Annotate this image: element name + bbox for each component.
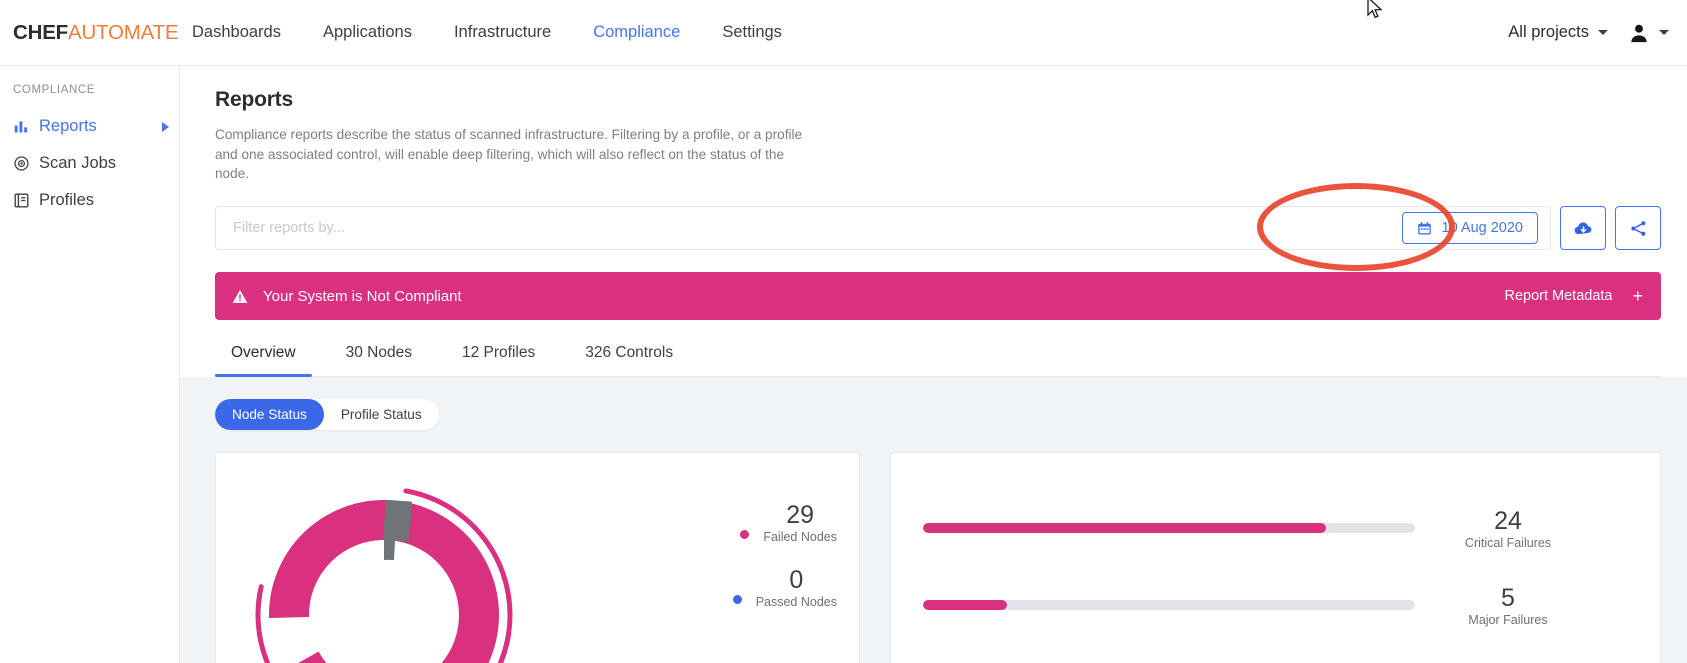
calendar-icon xyxy=(1417,221,1431,235)
date-picker-label: 10 Aug 2020 xyxy=(1441,220,1523,237)
sidebar-item-label-reports: Reports xyxy=(39,117,97,135)
tab-profiles[interactable]: 12 Profiles xyxy=(446,344,551,376)
legend-dot-passed-icon xyxy=(732,594,742,604)
user-menu[interactable] xyxy=(1628,22,1669,44)
banner-left-group: Your System is Not Compliant xyxy=(232,288,462,305)
report-metadata-toggle[interactable]: Report Metadata + xyxy=(1504,287,1643,305)
date-picker-button[interactable]: 10 Aug 2020 xyxy=(1401,212,1538,245)
toggle-profile-status[interactable]: Profile Status xyxy=(324,399,439,430)
sidebar-item-label-scan-jobs: Scan Jobs xyxy=(39,154,117,172)
sidebar: COMPLIANCE Reports Scan Jobs Profiles xyxy=(0,66,180,663)
legend-dot-failed-icon xyxy=(740,529,750,539)
bar-fill-critical xyxy=(923,523,1327,534)
sidebar-item-reports[interactable]: Reports xyxy=(0,108,179,145)
sidebar-item-scan-jobs[interactable]: Scan Jobs xyxy=(0,145,179,182)
share-icon xyxy=(1630,220,1645,236)
banner-message: Your System is Not Compliant xyxy=(263,287,462,305)
scan-target-icon xyxy=(14,156,29,171)
bar-track-critical xyxy=(923,523,1415,534)
compliance-status-banner: Your System is Not Compliant Report Meta… xyxy=(215,272,1661,321)
nav-item-settings[interactable]: Settings xyxy=(722,23,782,42)
legend-label-passed: Passed Nodes xyxy=(755,594,837,609)
warning-triangle-icon xyxy=(232,289,248,303)
main-header-block: Reports Compliance reports describe the … xyxy=(180,66,1687,378)
mouse-cursor xyxy=(1367,0,1383,19)
status-toggle-group: Node Status Profile Status xyxy=(215,399,439,431)
overview-panel: Node Status Profile Status 29 Failed Nod… xyxy=(180,377,1687,663)
legend-value-failed: 29 xyxy=(786,501,815,530)
tab-overview[interactable]: Overview xyxy=(215,344,312,378)
chevron-down-icon xyxy=(1598,30,1608,35)
nav-item-infrastructure[interactable]: Infrastructure xyxy=(454,23,551,42)
tab-controls[interactable]: 326 Controls xyxy=(569,344,689,376)
download-report-button[interactable] xyxy=(1560,206,1606,251)
nav-item-dashboards[interactable]: Dashboards xyxy=(192,23,281,42)
donut-legend: 29 Failed Nodes 0 Passed Nodes xyxy=(659,453,859,663)
node-status-card: 29 Failed Nodes 0 Passed Nodes xyxy=(215,452,860,663)
projects-selector[interactable]: All projects xyxy=(1508,23,1608,42)
legend-label-failed: Failed Nodes xyxy=(763,529,837,544)
legend-value-passed: 0 xyxy=(789,565,804,594)
page-description: Compliance reports describe the status o… xyxy=(215,127,803,182)
bar-chart-icon xyxy=(14,121,28,133)
main-content: Reports Compliance reports describe the … xyxy=(180,66,1687,663)
user-avatar-icon xyxy=(1631,24,1647,42)
bar-label-critical: Critical Failures xyxy=(1464,535,1552,550)
report-tabs: Overview 30 Nodes 12 Profiles 326 Contro… xyxy=(215,344,1661,378)
nav-item-applications[interactable]: Applications xyxy=(323,23,412,42)
app-body: COMPLIANCE Reports Scan Jobs Profiles Re… xyxy=(0,66,1687,663)
logo-text-chef: CHEF xyxy=(13,20,69,44)
sidebar-heading: COMPLIANCE xyxy=(13,84,96,96)
bar-stat-major: 5 Major Failures xyxy=(1433,584,1583,627)
user-menu-chevron-down-icon xyxy=(1659,30,1669,35)
bar-stat-critical: 24 Critical Failures xyxy=(1433,507,1583,550)
node-status-donut-chart xyxy=(255,486,513,663)
cloud-download-icon xyxy=(1574,221,1591,234)
tab-nodes[interactable]: 30 Nodes xyxy=(330,344,428,376)
severity-bars: 24 Critical Failures 5 Major Failures xyxy=(891,453,1660,663)
share-report-button[interactable] xyxy=(1615,206,1661,251)
logo-text-automate: AUTOMATE xyxy=(68,20,179,44)
chevron-right-icon xyxy=(162,121,169,132)
legend-item-failed-nodes: 29 Failed Nodes xyxy=(740,501,837,544)
projects-selector-label: All projects xyxy=(1508,23,1589,41)
filter-row: 10 Aug 2020 xyxy=(215,183,1661,272)
nav-item-compliance[interactable]: Compliance xyxy=(593,23,680,42)
sidebar-item-label-profiles: Profiles xyxy=(39,191,95,209)
top-navigation-bar: CHEFAUTOMATE Dashboards Applications Inf… xyxy=(0,0,1687,66)
toggle-node-status[interactable]: Node Status xyxy=(215,399,324,431)
sidebar-item-profiles[interactable]: Profiles xyxy=(0,182,179,219)
book-icon xyxy=(14,193,29,208)
bar-value-critical: 24 xyxy=(1494,507,1522,536)
app-logo[interactable]: CHEFAUTOMATE xyxy=(0,21,180,45)
bar-row-critical: 24 Critical Failures xyxy=(923,507,1660,550)
overview-cards: 29 Failed Nodes 0 Passed Nodes 24 Critic… xyxy=(215,452,1661,663)
search-input[interactable] xyxy=(233,220,1402,237)
page-title: Reports xyxy=(215,88,293,111)
bar-row-major: 5 Major Failures xyxy=(923,584,1660,627)
nav-right-group: All projects xyxy=(1508,22,1687,44)
bar-fill-major xyxy=(923,600,1007,611)
report-metadata-label: Report Metadata xyxy=(1504,288,1613,305)
expand-plus-icon: + xyxy=(1632,286,1643,307)
filter-bar[interactable]: 10 Aug 2020 xyxy=(215,206,1551,251)
donut-chart-area xyxy=(216,453,659,663)
bar-label-major: Major Failures xyxy=(1468,612,1548,627)
bar-value-major: 5 xyxy=(1501,583,1515,612)
legend-item-passed-nodes: 0 Passed Nodes xyxy=(732,565,837,609)
bar-track-major xyxy=(923,600,1415,611)
primary-nav: Dashboards Applications Infrastructure C… xyxy=(192,23,782,42)
severity-failures-card: 24 Critical Failures 5 Major Failures xyxy=(890,452,1661,663)
